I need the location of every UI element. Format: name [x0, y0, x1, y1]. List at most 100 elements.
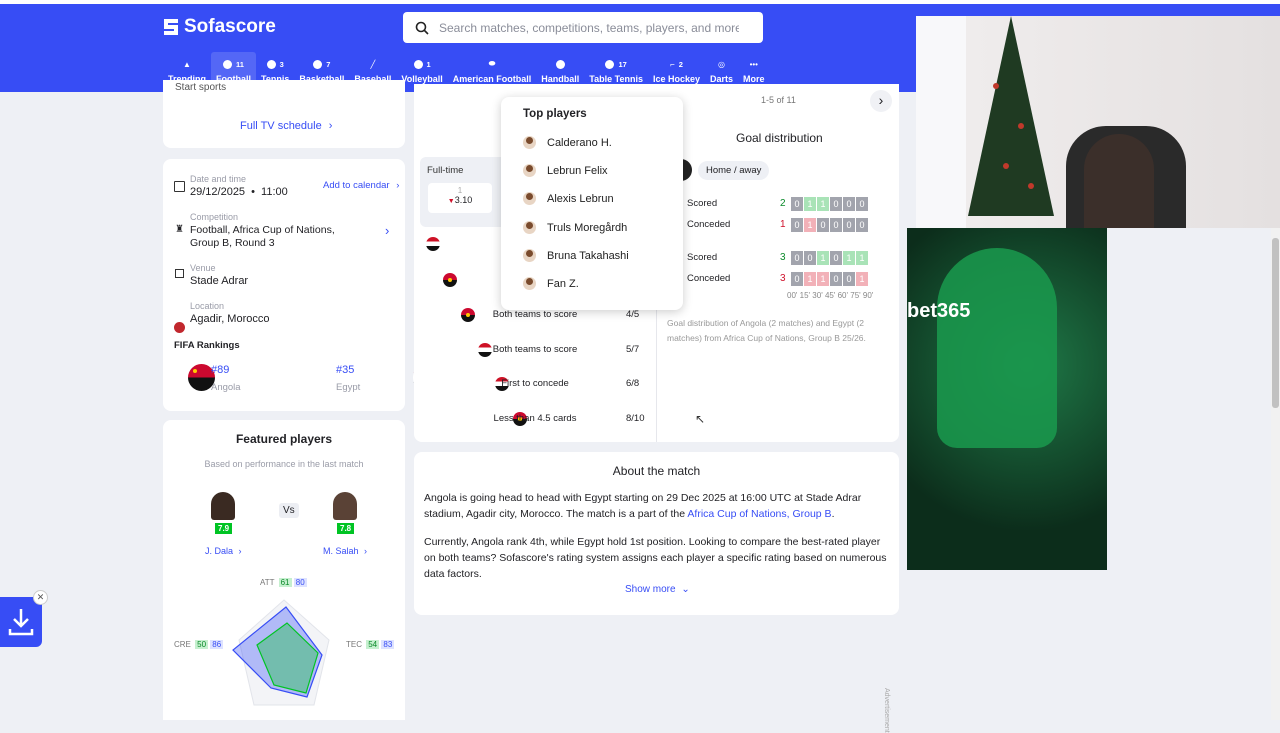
top-player-item[interactable]: Fan Z. — [523, 277, 579, 290]
sport-tab-american-football[interactable]: ⬬ American Football — [448, 52, 537, 88]
away-player-avatar[interactable] — [333, 492, 357, 520]
goal-cell: 0 — [843, 197, 855, 211]
handball-icon — [555, 59, 565, 69]
sport-label: Darts — [710, 74, 734, 84]
featured-players-card: Featured players Based on performance in… — [163, 420, 405, 720]
away-rank: #35 — [336, 364, 355, 376]
next-page-button[interactable]: › — [870, 90, 892, 112]
top-players-popup: Top players Calderano H. Lebrun Felix Al… — [501, 97, 683, 310]
american-football-icon: ⬬ — [488, 59, 496, 68]
team1-conceded-cells: 0 1 0 0 0 0 — [791, 218, 869, 232]
goal-cell: 0 — [830, 218, 842, 232]
venue-label: Venue — [190, 263, 216, 273]
streak-label: Less than 4.5 cards — [493, 413, 577, 424]
sport-label: Volleyball — [401, 74, 443, 84]
chevron-down-icon: ⌄ — [681, 584, 690, 595]
webcam-window-left — [916, 16, 966, 228]
tv-partial-row: Start sports — [175, 82, 226, 94]
sport-tab-handball[interactable]: Handball — [536, 52, 584, 88]
full-tv-schedule-link[interactable]: Full TV schedule › — [240, 120, 332, 132]
sport-tab-ice-hockey[interactable]: ⌐ 2 Ice Hockey — [648, 52, 705, 88]
home-team-name: Angola — [211, 382, 241, 393]
top-player-item[interactable]: Bruna Takahashi — [523, 249, 629, 262]
goal-distribution-title: Goal distribution — [736, 131, 823, 145]
team1-scored-label: Scored — [687, 198, 718, 209]
search-icon — [415, 21, 429, 35]
sport-tab-table-tennis[interactable]: 17 Table Tennis — [584, 52, 648, 88]
chevron-right-icon: › — [364, 546, 368, 556]
streak-value: 6/8 — [626, 378, 640, 389]
goal-distribution-caption: Goal distribution of Angola (2 matches) … — [667, 318, 866, 343]
team1-scored-cells: 0 1 1 0 0 0 — [791, 197, 869, 211]
search-bar[interactable] — [403, 12, 763, 43]
att-home-value: 61 — [278, 578, 292, 587]
player-name: Calderano H. — [547, 136, 612, 149]
top-player-item[interactable]: Calderano H. — [523, 136, 612, 149]
about-paragraph-2: Currently, Angola rank 4th, while Egypt … — [424, 536, 887, 580]
close-download-button[interactable]: ✕ — [33, 590, 48, 605]
tec-home-value: 54 — [366, 640, 380, 649]
goal-cell: 0 — [791, 218, 803, 232]
competition-link[interactable]: Africa Cup of Nations, Group B — [687, 508, 831, 520]
tec-attribute: TEC 54 83 — [346, 640, 395, 649]
show-more-button[interactable]: Show more ⌄ — [625, 584, 690, 595]
chevron-right-icon[interactable]: › — [385, 223, 389, 238]
logo-text: Sofascore — [184, 16, 276, 37]
sport-tab-darts[interactable]: ◎ Darts — [705, 52, 738, 88]
search-input[interactable] — [437, 19, 741, 36]
advertisement-banner[interactable]: bet365 — [907, 228, 1107, 570]
page-scrollbar[interactable] — [1271, 228, 1280, 720]
streak-value: 8/10 — [626, 413, 645, 424]
fulltime-odds-box: Full-time 1 ▼3.10 — [420, 157, 508, 227]
baseball-bat-icon: ╱ — [370, 59, 376, 69]
top-players-title: Top players — [523, 108, 587, 120]
top-player-item[interactable]: Truls Moregårdh — [523, 221, 627, 234]
home-player-avatar[interactable] — [211, 492, 235, 520]
download-app-button[interactable] — [0, 597, 42, 647]
top-player-item[interactable]: Lebrun Felix — [523, 164, 608, 177]
pager-text: 1-5 of 11 — [761, 95, 796, 105]
goal-cell: 0 — [843, 272, 855, 286]
goal-cell: 0 — [791, 272, 803, 286]
goal-cell: 0 — [830, 197, 842, 211]
top-player-item[interactable]: Alexis Lebrun — [523, 192, 614, 205]
tennis-icon — [266, 59, 276, 69]
about-paragraph-1: Angola is going head to head with Egypt … — [424, 490, 889, 522]
date-text: 29/12/2025 — [190, 186, 246, 198]
about-match-title: About the match — [612, 464, 701, 478]
competition-value[interactable]: Football, Africa Cup of Nations, Group B… — [190, 224, 365, 250]
basketball-icon — [313, 59, 323, 69]
fulltime-label: Full-time — [427, 165, 464, 176]
sport-tab-more[interactable]: ••• More — [738, 52, 770, 88]
goal-cell: 0 — [856, 218, 868, 232]
mouse-cursor-icon: ↖ — [695, 412, 706, 426]
goal-cell: 1 — [817, 272, 829, 286]
odds-button[interactable]: 1 ▼3.10 — [428, 183, 492, 213]
player-name: Bruna Takahashi — [547, 249, 629, 262]
goal-cell: 0 — [817, 218, 829, 232]
goal-cell: 1 — [804, 272, 816, 286]
sport-count: 2 — [678, 59, 683, 69]
goal-cell: 0 — [856, 197, 868, 211]
add-to-calendar-text: Add to calendar — [323, 180, 390, 191]
team2-scored-total: 3 — [780, 252, 786, 263]
tv-partial-label: Start sports — [175, 82, 227, 93]
cre-home-value: 50 — [195, 640, 209, 649]
team2-conceded-total: 3 — [780, 273, 786, 284]
home-away-toggle[interactable]: Home / away — [698, 161, 770, 180]
streak-label: Both teams to score — [492, 309, 578, 320]
team1-conceded-total: 1 — [780, 219, 786, 230]
home-player-link[interactable]: J. Dala › — [205, 546, 242, 556]
sofascore-logo[interactable]: Sofascore — [163, 16, 276, 38]
away-player-link[interactable]: M. Salah › — [323, 546, 367, 556]
goal-cell: 0 — [791, 197, 803, 211]
team2-conceded-cells: 0 1 1 0 0 1 — [791, 272, 869, 286]
egypt-flag-icon — [426, 237, 440, 251]
att-attribute: ATT 61 80 — [260, 578, 307, 587]
scrollbar-thumb[interactable] — [1272, 238, 1279, 408]
add-to-calendar-link[interactable]: Add to calendar › — [323, 180, 399, 191]
chevron-right-icon: › — [328, 120, 333, 132]
player-avatar — [523, 164, 536, 177]
sport-label: Table Tennis — [589, 74, 643, 84]
home-player-rating: 7.9 — [215, 523, 233, 534]
